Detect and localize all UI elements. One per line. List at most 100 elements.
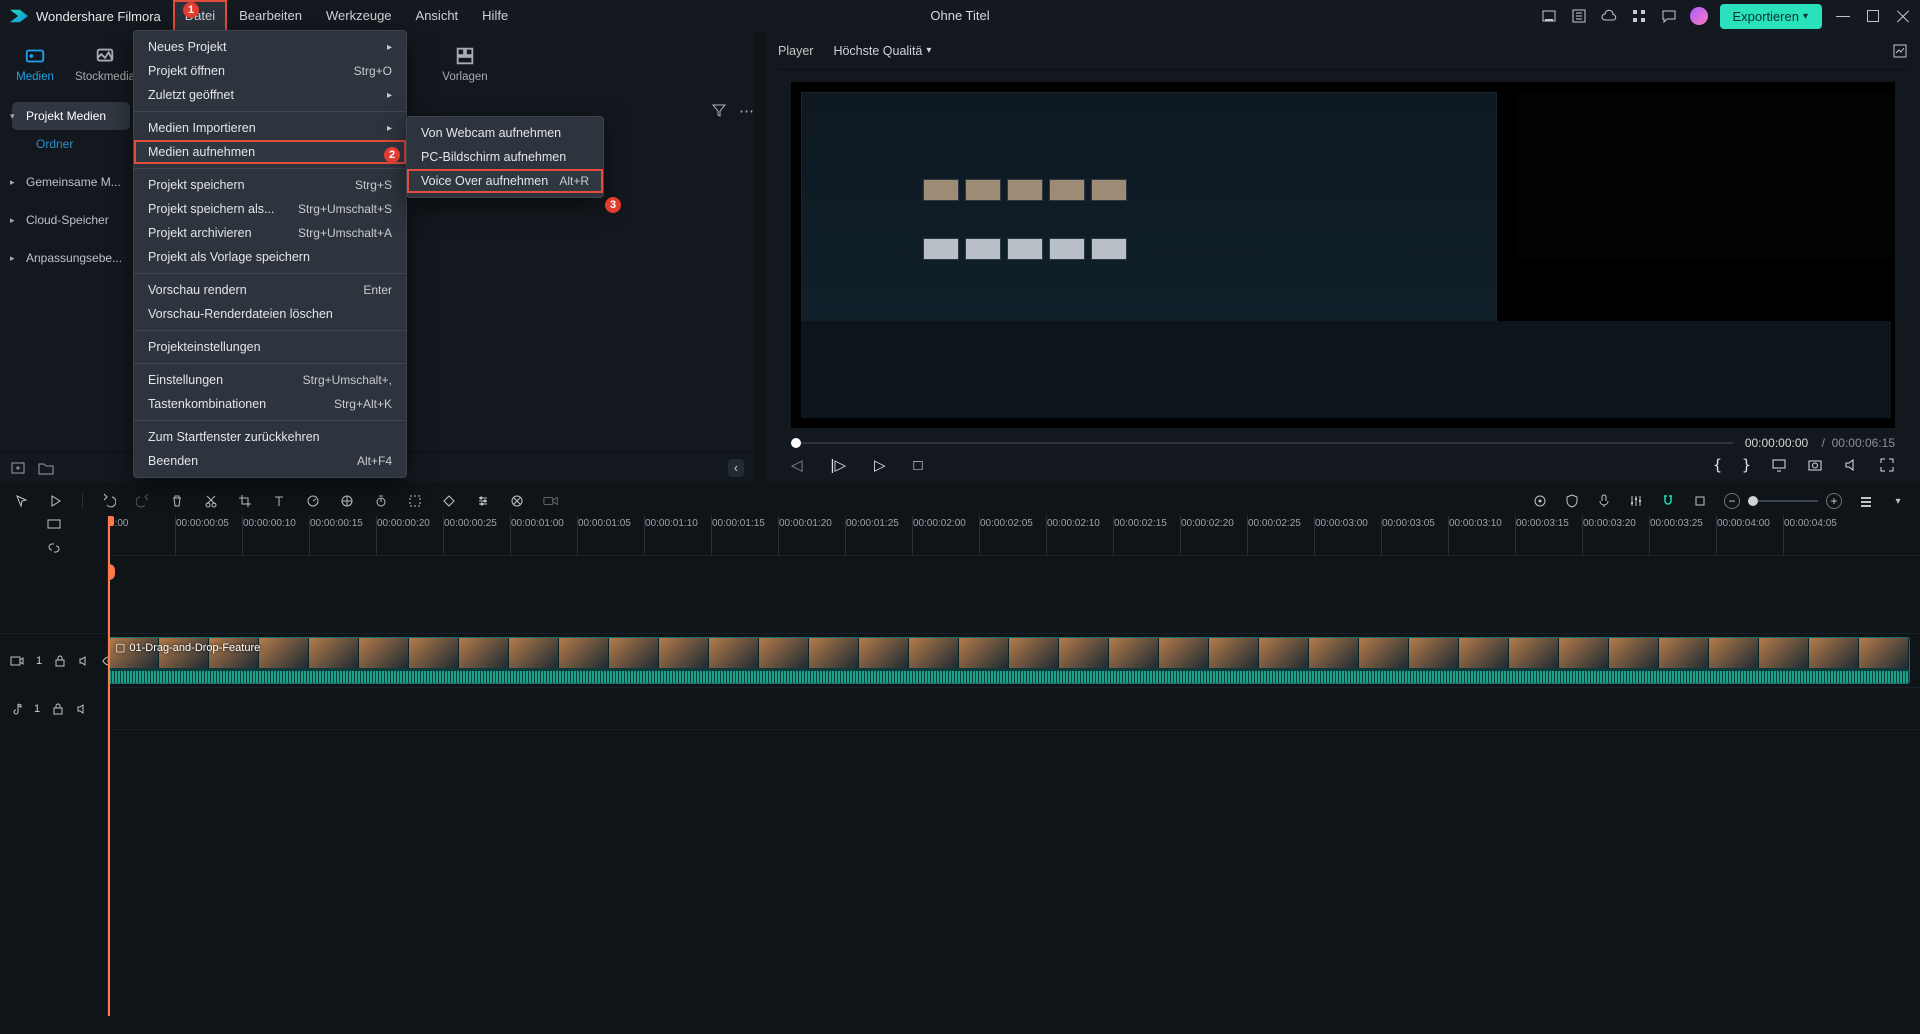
sidebar-ordner[interactable]: Ordner (0, 130, 136, 158)
menu-tastenkombinationen[interactable]: TastenkombinationenStrg+Alt+K (134, 392, 406, 416)
play-icon[interactable]: ▷ (874, 456, 886, 474)
prev-frame-icon[interactable]: ◁ (791, 456, 803, 474)
track-lock-icon[interactable] (54, 655, 66, 667)
tl-effects-icon[interactable] (509, 493, 525, 509)
window-minimize-button[interactable] (1834, 7, 1852, 25)
tl-record-icon[interactable] (543, 493, 559, 509)
menu-medien-aufnehmen[interactable]: Medien aufnehmen▸ (134, 140, 406, 164)
tl-keyframe-icon[interactable] (441, 493, 457, 509)
tl-crop-icon[interactable] (237, 493, 253, 509)
tl-select-icon[interactable] (48, 493, 64, 509)
snapshot-icon[interactable] (1807, 457, 1823, 473)
tab-medien[interactable]: Medien (0, 32, 70, 96)
tl-undo-icon[interactable] (101, 493, 117, 509)
filter-icon[interactable] (711, 102, 727, 120)
tl-settings-icon[interactable]: ▾ (1890, 493, 1906, 509)
menu-speichern-als[interactable]: Projekt speichern als...Strg+Umschalt+S (134, 197, 406, 221)
sidebar-projekt-medien[interactable]: ▾Projekt Medien (12, 102, 130, 130)
menu-zuletzt[interactable]: Zuletzt geöffnet▸ (134, 83, 406, 107)
fullscreen-icon[interactable] (1879, 457, 1895, 473)
menu-beenden[interactable]: BeendenAlt+F4 (134, 449, 406, 473)
tl-track-icon[interactable] (407, 493, 423, 509)
zoom-in-button[interactable]: + (1826, 493, 1842, 509)
tl-marker-icon[interactable] (1692, 493, 1708, 509)
zoom-slider[interactable] (1748, 500, 1818, 502)
tl-sidebar-eye-icon[interactable] (46, 516, 62, 532)
menu-projekt-oeffnen[interactable]: Projekt öffnenStrg+O (134, 59, 406, 83)
apps-grid-icon[interactable] (1630, 7, 1648, 25)
tl-color-icon[interactable] (339, 493, 355, 509)
cloud-icon[interactable] (1600, 7, 1618, 25)
volume-icon[interactable] (1843, 457, 1859, 473)
footer-import-icon[interactable] (10, 460, 26, 476)
titlebar-icon-2[interactable] (1570, 7, 1588, 25)
tl-view-icon[interactable] (1858, 493, 1874, 509)
mark-in-icon[interactable]: { (1713, 456, 1722, 474)
track-mute-icon[interactable] (78, 655, 90, 667)
menu-datei[interactable]: Datei (173, 0, 227, 32)
tl-adjust-icon[interactable] (475, 493, 491, 509)
step-back-icon[interactable]: |▷ (831, 456, 846, 474)
tl-speed-icon[interactable] (305, 493, 321, 509)
player-quality-dropdown[interactable]: Höchste Qualitä ▾ (833, 44, 931, 58)
tab-vorlagen[interactable]: Vorlagen (430, 32, 500, 96)
video-track-content[interactable]: ▢ 01-Drag-and-Drop-Feature (108, 634, 1920, 687)
tl-auto-icon[interactable] (1532, 493, 1548, 509)
menu-einstellungen[interactable]: EinstellungenStrg+Umschalt+, (134, 368, 406, 392)
timeline-ruler[interactable]: 0:0000:00:00:0500:00:00:1000:00:00:1500:… (108, 516, 1920, 556)
tl-sidebar-link-icon[interactable] (46, 540, 62, 556)
submenu-webcam[interactable]: Von Webcam aufnehmen (407, 121, 603, 145)
menu-ansicht[interactable]: Ansicht (404, 0, 471, 32)
tl-duration-icon[interactable] (373, 493, 389, 509)
menu-startfenster[interactable]: Zum Startfenster zurückkehren (134, 425, 406, 449)
user-avatar-icon[interactable] (1690, 7, 1708, 25)
titlebar-icon-1[interactable] (1540, 7, 1558, 25)
menu-vorschau-rendern[interactable]: Vorschau rendernEnter (134, 278, 406, 302)
submenu-voice-over[interactable]: Voice Over aufnehmenAlt+R (407, 169, 603, 193)
tl-mic-icon[interactable] (1596, 493, 1612, 509)
monitor-icon[interactable] (1771, 457, 1787, 473)
mark-out-icon[interactable]: } (1742, 456, 1751, 474)
video-clip[interactable]: ▢ 01-Drag-and-Drop-Feature (108, 637, 1910, 684)
menu-hilfe[interactable]: Hilfe (470, 0, 520, 32)
track-lock-icon[interactable] (52, 703, 64, 715)
tl-magnet-icon[interactable] (1660, 493, 1676, 509)
tl-pointer-icon[interactable] (14, 493, 30, 509)
tl-shield-icon[interactable] (1564, 493, 1580, 509)
scrubber-thumb[interactable] (791, 438, 801, 448)
player-expand-icon[interactable] (1892, 43, 1908, 59)
menu-werkzeuge[interactable]: Werkzeuge (314, 0, 404, 32)
collapse-sidebar-icon[interactable]: ‹ (728, 459, 744, 477)
menu-neues-projekt[interactable]: Neues Projekt▸ (134, 35, 406, 59)
menu-archivieren[interactable]: Projekt archivierenStrg+Umschalt+A (134, 221, 406, 245)
menu-bearbeiten[interactable]: Bearbeiten (227, 0, 314, 32)
menu-vorschau-loeschen[interactable]: Vorschau-Renderdateien löschen (134, 302, 406, 326)
menu-speichern[interactable]: Projekt speichernStrg+S (134, 173, 406, 197)
menu-projekteinstellungen[interactable]: Projekteinstellungen (134, 335, 406, 359)
tl-mixer-icon[interactable] (1628, 493, 1644, 509)
video-preview[interactable] (791, 82, 1895, 428)
sidebar-gemeinsame[interactable]: ▸Gemeinsame M... (0, 168, 136, 196)
submenu-pc-screen[interactable]: PC-Bildschirm aufnehmen (407, 145, 603, 169)
track-mute-icon[interactable] (76, 703, 88, 715)
tl-redo-icon[interactable] (135, 493, 151, 509)
player-scrubber[interactable] (791, 442, 1733, 444)
menu-als-vorlage[interactable]: Projekt als Vorlage speichern (134, 245, 406, 269)
timeline-content[interactable]: 0:0000:00:00:0500:00:00:1000:00:00:1500:… (108, 516, 1920, 1016)
stop-icon[interactable]: □ (914, 457, 923, 474)
message-icon[interactable] (1660, 7, 1678, 25)
window-maximize-button[interactable] (1864, 7, 1882, 25)
tl-cut-icon[interactable] (203, 493, 219, 509)
zoom-thumb[interactable] (1748, 496, 1758, 506)
tab-stockmedia[interactable]: Stockmedia (70, 32, 140, 96)
zoom-out-button[interactable]: − (1724, 493, 1740, 509)
footer-folder-icon[interactable] (38, 461, 54, 475)
window-close-button[interactable] (1894, 7, 1912, 25)
audio-track-content[interactable] (108, 688, 1920, 729)
sidebar-cloud[interactable]: ▸Cloud-Speicher (0, 206, 136, 234)
export-button[interactable]: Exportieren ▾ (1720, 4, 1822, 29)
sidebar-anpassung[interactable]: ▸Anpassungsebe... (0, 244, 136, 272)
tl-delete-icon[interactable] (169, 493, 185, 509)
more-icon[interactable]: ⋯ (739, 102, 754, 120)
menu-medien-importieren[interactable]: Medien Importieren▸ (134, 116, 406, 140)
